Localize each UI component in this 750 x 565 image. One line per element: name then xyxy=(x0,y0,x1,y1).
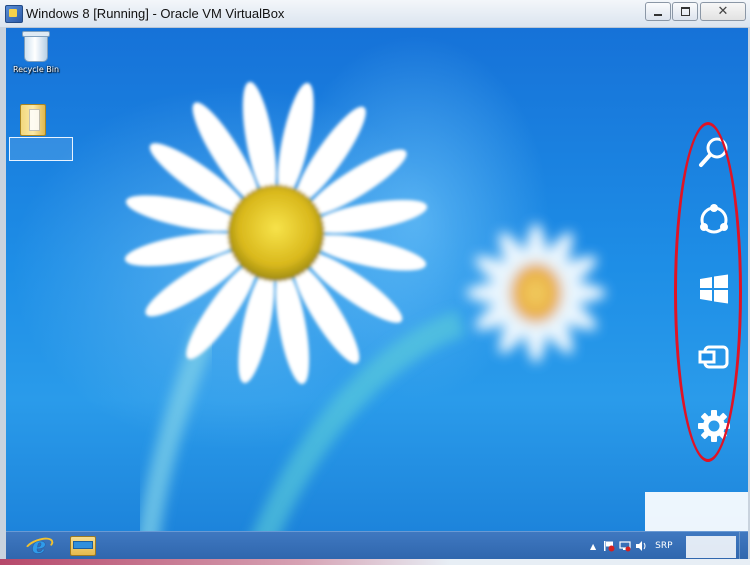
virtualbox-window: Windows 8 [Running] - Oracle VM VirtualB… xyxy=(0,0,750,565)
host-desktop-strip xyxy=(0,559,750,565)
recycle-bin-icon xyxy=(22,31,50,62)
taskbar-clock[interactable] xyxy=(686,536,736,558)
maximize-button[interactable] xyxy=(672,2,698,21)
daisy-wallpaper xyxy=(124,81,606,559)
close-icon: ✕ xyxy=(717,4,729,19)
window-title: Windows 8 [Running] - Oracle VM VirtualB… xyxy=(26,6,285,21)
charms-highlight-ring xyxy=(674,122,742,462)
taskbar: e ▲ SRP xyxy=(6,531,748,559)
taskbar-internet-explorer[interactable]: e xyxy=(22,533,56,559)
close-button[interactable]: ✕ xyxy=(700,2,746,21)
folder-icon xyxy=(20,104,46,136)
input-language-indicator[interactable]: SRP xyxy=(655,541,672,551)
recycle-bin-label: Recycle Bin xyxy=(12,65,60,74)
recycle-bin-shortcut[interactable]: Recycle Bin xyxy=(10,31,62,74)
taskbar-file-explorer[interactable] xyxy=(66,534,100,558)
clock-flyout-area xyxy=(645,492,748,532)
maximize-icon xyxy=(680,7,690,16)
notification-area: ▲ SRP xyxy=(590,532,680,559)
window-titlebar[interactable]: Windows 8 [Running] - Oracle VM VirtualB… xyxy=(0,0,750,28)
folder-label-box xyxy=(9,137,73,161)
virtualbox-app-icon[interactable] xyxy=(5,5,23,23)
file-explorer-icon xyxy=(70,536,96,556)
action-center-flag-icon[interactable] xyxy=(603,540,615,552)
volume-icon[interactable] xyxy=(635,540,647,552)
show-desktop-button[interactable] xyxy=(739,532,748,559)
guest-screen[interactable]: Recycle Bin e ▲ SRP xyxy=(6,28,748,559)
folder-shortcut[interactable] xyxy=(18,104,48,136)
minimize-button[interactable] xyxy=(645,2,671,21)
show-hidden-icons-button[interactable]: ▲ xyxy=(590,542,596,551)
minimize-icon xyxy=(654,13,662,16)
network-icon[interactable] xyxy=(619,540,631,552)
